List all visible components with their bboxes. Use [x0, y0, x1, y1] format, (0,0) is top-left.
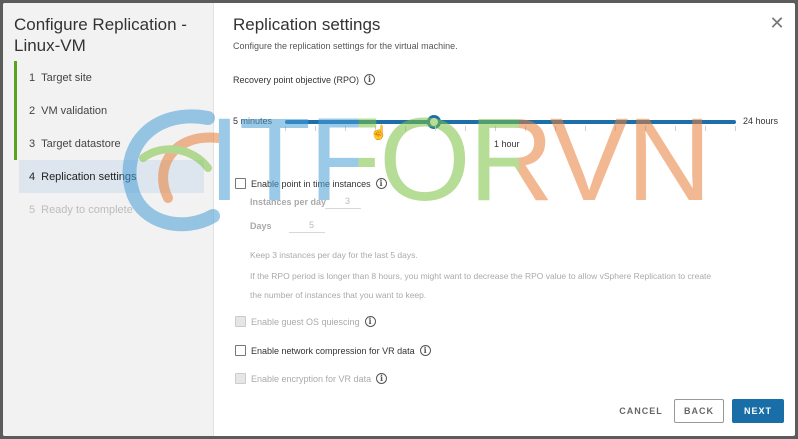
compression-row[interactable]: Enable network compression for VR data i — [235, 345, 431, 356]
rpo-slider-tick — [645, 126, 646, 131]
info-icon[interactable]: i — [375, 178, 387, 189]
page-subtitle: Configure the replication settings for t… — [233, 41, 458, 51]
rpo-slider-tick — [525, 126, 526, 131]
step-ready-to-complete: 5 Ready to complete — [14, 193, 204, 226]
rpo-slider-tick — [495, 126, 496, 131]
quiescing-label: Enable guest OS quiescing — [251, 316, 360, 327]
rpo-slider-handle[interactable] — [427, 115, 441, 129]
wizard-steps: 1 Target site 2 VM validation 3 Target d… — [14, 61, 204, 226]
rpo-max-label: 24 hours — [743, 116, 779, 126]
rpo-slider-tick — [585, 126, 586, 131]
pit-row[interactable]: Enable point in time instances i — [235, 178, 387, 189]
main-panel: ✕ Replication settings Configure the rep… — [215, 3, 795, 436]
quiescing-row: Enable guest OS quiescing i — [235, 316, 376, 327]
encryption-row: Enable encryption for VR data i — [235, 373, 388, 384]
rpo-slider-tick — [315, 126, 316, 131]
rpo-label: Recovery point objective (RPO) — [233, 74, 360, 85]
step-replication-settings[interactable]: 4 Replication settings — [19, 160, 204, 193]
instances-input: 3 — [325, 193, 361, 209]
page-title: Replication settings — [233, 15, 381, 34]
rpo-slider-tick — [285, 126, 286, 131]
pit-warning-line1: If the RPO period is longer than 8 hours… — [250, 271, 712, 281]
cancel-button[interactable]: CANCEL — [615, 399, 667, 423]
days-label: Days — [250, 221, 272, 231]
step-label: Target datastore — [41, 137, 121, 150]
rpo-slider-tick — [705, 126, 706, 131]
rpo-slider[interactable] — [285, 115, 736, 131]
rpo-slider-tick — [435, 126, 436, 131]
rpo-slider-tick — [345, 126, 346, 131]
step-number: 3 — [29, 137, 36, 150]
close-icon[interactable]: ✕ — [769, 14, 785, 32]
compression-label: Enable network compression for VR data — [251, 345, 415, 356]
pit-checkbox[interactable] — [235, 178, 246, 189]
info-icon[interactable]: i — [376, 373, 388, 384]
rpo-slider-tick — [735, 126, 736, 131]
step-label: VM validation — [41, 104, 108, 117]
pit-note: Keep 3 instances per day for the last 5 … — [250, 250, 418, 260]
info-icon[interactable]: i — [364, 316, 376, 327]
compression-checkbox[interactable] — [235, 345, 246, 356]
rpo-label-row: Recovery point objective (RPO) i — [233, 74, 376, 85]
rpo-slider-tick — [465, 126, 466, 131]
step-number: 1 — [29, 71, 36, 84]
encryption-checkbox — [235, 373, 246, 384]
back-button[interactable]: BACK — [674, 399, 724, 423]
step-target-datastore[interactable]: 3 Target datastore — [14, 127, 204, 160]
wizard-title: Configure Replication - Linux-VM — [14, 15, 187, 55]
hand-cursor-icon: ☝ — [370, 124, 388, 140]
step-target-site[interactable]: 1 Target site — [14, 61, 204, 94]
step-number: 5 — [29, 203, 36, 216]
info-icon[interactable]: i — [419, 345, 431, 356]
step-number: 2 — [29, 104, 36, 117]
quiescing-checkbox — [235, 316, 246, 327]
step-label: Replication settings — [41, 170, 137, 183]
days-input: 5 — [289, 217, 325, 233]
configure-replication-dialog: Configure Replication - Linux-VM 1 Targe… — [3, 3, 795, 436]
rpo-min-label: 5 minutes — [233, 116, 273, 126]
info-icon[interactable]: i — [364, 74, 376, 85]
wizard-nav: Configure Replication - Linux-VM 1 Targe… — [3, 3, 214, 436]
step-number: 4 — [29, 170, 36, 183]
instances-label: Instances per day — [250, 197, 327, 207]
rpo-slider-tick — [555, 126, 556, 131]
next-button[interactable]: NEXT — [732, 399, 784, 423]
pit-label: Enable point in time instances — [251, 178, 371, 189]
step-label: Target site — [41, 71, 92, 84]
rpo-slider-tick — [405, 126, 406, 131]
rpo-slider-tick — [675, 126, 676, 131]
pit-warning-line2: the number of instances that you want to… — [250, 290, 427, 300]
rpo-slider-tick — [615, 126, 616, 131]
step-vm-validation[interactable]: 2 VM validation — [14, 94, 204, 127]
step-label: Ready to complete — [41, 203, 133, 216]
rpo-current-label: 1 hour — [494, 139, 520, 149]
encryption-label: Enable encryption for VR data — [251, 373, 372, 384]
